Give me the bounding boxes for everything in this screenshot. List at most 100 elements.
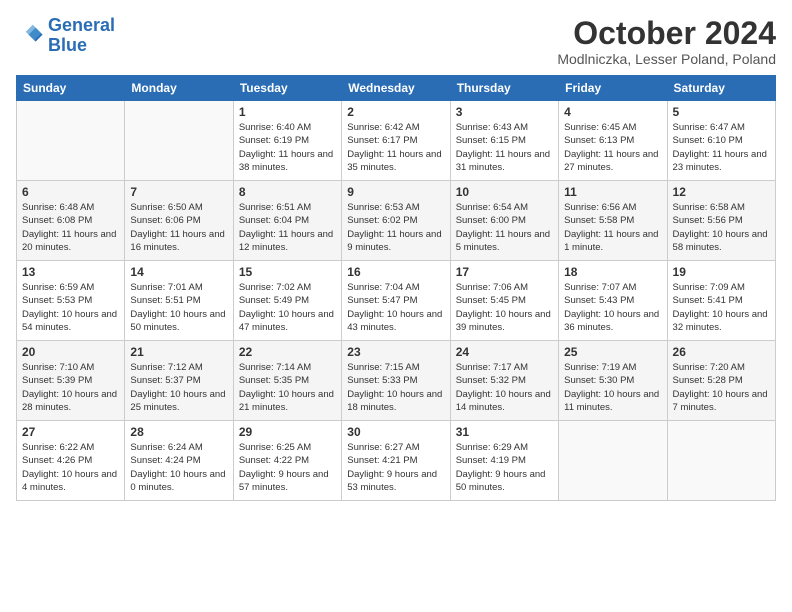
day-cell: 14 Sunrise: 7:01 AMSunset: 5:51 PMDayligh… xyxy=(125,261,233,341)
header-row: SundayMondayTuesdayWednesdayThursdayFrid… xyxy=(17,76,776,101)
day-info: Sunrise: 6:29 AMSunset: 4:19 PMDaylight:… xyxy=(456,441,553,494)
day-number: 4 xyxy=(564,105,661,119)
logo-line1: General xyxy=(48,15,115,35)
col-header-wednesday: Wednesday xyxy=(342,76,450,101)
day-number: 15 xyxy=(239,265,336,279)
col-header-sunday: Sunday xyxy=(17,76,125,101)
day-info: Sunrise: 7:09 AMSunset: 5:41 PMDaylight:… xyxy=(673,281,770,334)
day-info: Sunrise: 7:20 AMSunset: 5:28 PMDaylight:… xyxy=(673,361,770,414)
page-header: General Blue October 2024 Modlniczka, Le… xyxy=(16,16,776,67)
day-info: Sunrise: 6:58 AMSunset: 5:56 PMDaylight:… xyxy=(673,201,770,254)
day-number: 11 xyxy=(564,185,661,199)
day-number: 24 xyxy=(456,345,553,359)
day-info: Sunrise: 7:06 AMSunset: 5:45 PMDaylight:… xyxy=(456,281,553,334)
location-subtitle: Modlniczka, Lesser Poland, Poland xyxy=(557,51,776,67)
logo-line2: Blue xyxy=(48,35,87,55)
day-number: 19 xyxy=(673,265,770,279)
day-cell: 11 Sunrise: 6:56 AMSunset: 5:58 PMDayligh… xyxy=(559,181,667,261)
day-info: Sunrise: 7:04 AMSunset: 5:47 PMDaylight:… xyxy=(347,281,444,334)
day-info: Sunrise: 7:10 AMSunset: 5:39 PMDaylight:… xyxy=(22,361,119,414)
day-number: 18 xyxy=(564,265,661,279)
day-cell: 18 Sunrise: 7:07 AMSunset: 5:43 PMDayligh… xyxy=(559,261,667,341)
day-cell: 28Sunrise: 6:24 AMSunset: 4:24 PMDayligh… xyxy=(125,421,233,501)
day-number: 5 xyxy=(673,105,770,119)
day-number: 7 xyxy=(130,185,227,199)
logo-text: General Blue xyxy=(48,16,115,56)
day-cell: 9 Sunrise: 6:53 AMSunset: 6:02 PMDaylight… xyxy=(342,181,450,261)
day-cell: 6 Sunrise: 6:48 AMSunset: 6:08 PMDaylight… xyxy=(17,181,125,261)
day-info: Sunrise: 6:56 AMSunset: 5:58 PMDaylight:… xyxy=(564,201,661,254)
day-number: 27 xyxy=(22,425,119,439)
day-cell: 26 Sunrise: 7:20 AMSunset: 5:28 PMDayligh… xyxy=(667,341,775,421)
day-cell: 8Sunrise: 6:51 AMSunset: 6:04 PMDaylight… xyxy=(233,181,341,261)
week-row-4: 20 Sunrise: 7:10 AMSunset: 5:39 PMDayligh… xyxy=(17,341,776,421)
day-number: 9 xyxy=(347,185,444,199)
day-cell: 31 Sunrise: 6:29 AMSunset: 4:19 PMDayligh… xyxy=(450,421,558,501)
day-number: 1 xyxy=(239,105,336,119)
day-info: Sunrise: 6:48 AMSunset: 6:08 PMDaylight:… xyxy=(22,201,119,254)
day-number: 2 xyxy=(347,105,444,119)
day-cell xyxy=(667,421,775,501)
day-info: Sunrise: 6:43 AMSunset: 6:15 PMDaylight:… xyxy=(456,121,553,174)
logo: General Blue xyxy=(16,16,115,56)
day-number: 13 xyxy=(22,265,119,279)
col-header-tuesday: Tuesday xyxy=(233,76,341,101)
day-cell: 19 Sunrise: 7:09 AMSunset: 5:41 PMDayligh… xyxy=(667,261,775,341)
day-cell: 15 Sunrise: 7:02 AMSunset: 5:49 PMDayligh… xyxy=(233,261,341,341)
day-number: 25 xyxy=(564,345,661,359)
day-number: 10 xyxy=(456,185,553,199)
day-info: Sunrise: 6:27 AMSunset: 4:21 PMDaylight:… xyxy=(347,441,444,494)
day-info: Sunrise: 6:45 AMSunset: 6:13 PMDaylight:… xyxy=(564,121,661,174)
day-cell: 27Sunrise: 6:22 AMSunset: 4:26 PMDayligh… xyxy=(17,421,125,501)
day-number: 22 xyxy=(239,345,336,359)
day-cell: 16 Sunrise: 7:04 AMSunset: 5:47 PMDayligh… xyxy=(342,261,450,341)
day-cell xyxy=(559,421,667,501)
day-cell: 21Sunrise: 7:12 AMSunset: 5:37 PMDayligh… xyxy=(125,341,233,421)
day-number: 6 xyxy=(22,185,119,199)
day-info: Sunrise: 6:53 AMSunset: 6:02 PMDaylight:… xyxy=(347,201,444,254)
logo-icon xyxy=(16,22,44,50)
day-info: Sunrise: 6:59 AMSunset: 5:53 PMDaylight:… xyxy=(22,281,119,334)
day-cell: 25 Sunrise: 7:19 AMSunset: 5:30 PMDayligh… xyxy=(559,341,667,421)
day-cell: 3 Sunrise: 6:43 AMSunset: 6:15 PMDaylight… xyxy=(450,101,558,181)
day-number: 26 xyxy=(673,345,770,359)
col-header-thursday: Thursday xyxy=(450,76,558,101)
day-info: Sunrise: 6:47 AMSunset: 6:10 PMDaylight:… xyxy=(673,121,770,174)
day-cell: 23Sunrise: 7:15 AMSunset: 5:33 PMDayligh… xyxy=(342,341,450,421)
day-number: 23 xyxy=(347,345,444,359)
day-cell: 17 Sunrise: 7:06 AMSunset: 5:45 PMDayligh… xyxy=(450,261,558,341)
day-number: 31 xyxy=(456,425,553,439)
day-cell: 1 Sunrise: 6:40 AMSunset: 6:19 PMDaylight… xyxy=(233,101,341,181)
day-number: 12 xyxy=(673,185,770,199)
day-info: Sunrise: 7:02 AMSunset: 5:49 PMDaylight:… xyxy=(239,281,336,334)
day-number: 14 xyxy=(130,265,227,279)
title-block: October 2024 Modlniczka, Lesser Poland, … xyxy=(557,16,776,67)
calendar-table: SundayMondayTuesdayWednesdayThursdayFrid… xyxy=(16,75,776,501)
month-title: October 2024 xyxy=(557,16,776,51)
day-info: Sunrise: 6:40 AMSunset: 6:19 PMDaylight:… xyxy=(239,121,336,174)
day-info: Sunrise: 7:01 AMSunset: 5:51 PMDaylight:… xyxy=(130,281,227,334)
col-header-monday: Monday xyxy=(125,76,233,101)
day-info: Sunrise: 7:12 AMSunset: 5:37 PMDaylight:… xyxy=(130,361,227,414)
day-number: 8 xyxy=(239,185,336,199)
day-cell: 20 Sunrise: 7:10 AMSunset: 5:39 PMDayligh… xyxy=(17,341,125,421)
day-cell xyxy=(125,101,233,181)
day-number: 29 xyxy=(239,425,336,439)
day-cell: 24Sunrise: 7:17 AMSunset: 5:32 PMDayligh… xyxy=(450,341,558,421)
day-cell: 2Sunrise: 6:42 AMSunset: 6:17 PMDaylight… xyxy=(342,101,450,181)
day-info: Sunrise: 7:07 AMSunset: 5:43 PMDaylight:… xyxy=(564,281,661,334)
week-row-2: 6 Sunrise: 6:48 AMSunset: 6:08 PMDaylight… xyxy=(17,181,776,261)
col-header-friday: Friday xyxy=(559,76,667,101)
day-info: Sunrise: 7:19 AMSunset: 5:30 PMDaylight:… xyxy=(564,361,661,414)
day-number: 17 xyxy=(456,265,553,279)
day-number: 20 xyxy=(22,345,119,359)
week-row-1: 1 Sunrise: 6:40 AMSunset: 6:19 PMDaylight… xyxy=(17,101,776,181)
day-info: Sunrise: 6:24 AMSunset: 4:24 PMDaylight:… xyxy=(130,441,227,494)
day-number: 16 xyxy=(347,265,444,279)
day-info: Sunrise: 7:14 AMSunset: 5:35 PMDaylight:… xyxy=(239,361,336,414)
week-row-3: 13 Sunrise: 6:59 AMSunset: 5:53 PMDayligh… xyxy=(17,261,776,341)
day-number: 3 xyxy=(456,105,553,119)
day-cell: 29Sunrise: 6:25 AMSunset: 4:22 PMDayligh… xyxy=(233,421,341,501)
day-cell: 10Sunrise: 6:54 AMSunset: 6:00 PMDayligh… xyxy=(450,181,558,261)
day-cell xyxy=(17,101,125,181)
